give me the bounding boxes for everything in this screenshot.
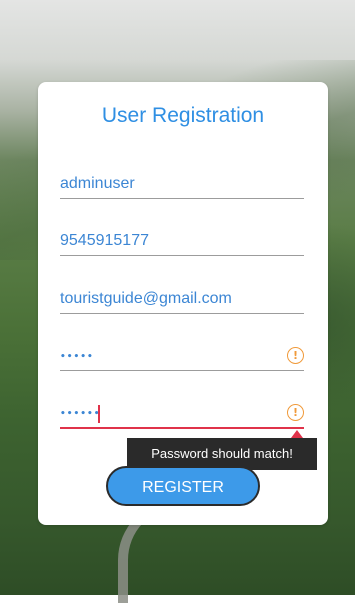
password-warning-icon[interactable]: ! [287, 347, 304, 364]
password-field[interactable]: ••••• ! [60, 340, 304, 371]
username-field[interactable]: adminuser [60, 168, 304, 199]
form-title: User Registration [101, 104, 265, 127]
registration-card: User Registration adminuser 9545915177 t… [38, 82, 328, 525]
email-value: touristguide@gmail.com [60, 290, 232, 307]
username-value: adminuser [60, 175, 135, 192]
confirm-password-warning-icon[interactable]: ! [287, 404, 304, 421]
confirm-password-masked-value: •••••• [60, 409, 101, 419]
error-tooltip-arrow [291, 430, 303, 438]
password-masked-value: ••••• [60, 352, 94, 362]
phone-field[interactable]: 9545915177 [60, 225, 304, 256]
email-field[interactable]: touristguide@gmail.com [60, 283, 304, 314]
phone-value: 9545915177 [60, 232, 149, 249]
confirm-password-field[interactable]: •••••• ! [60, 397, 304, 429]
text-cursor [98, 405, 100, 423]
register-button[interactable]: REGISTER [106, 466, 260, 506]
